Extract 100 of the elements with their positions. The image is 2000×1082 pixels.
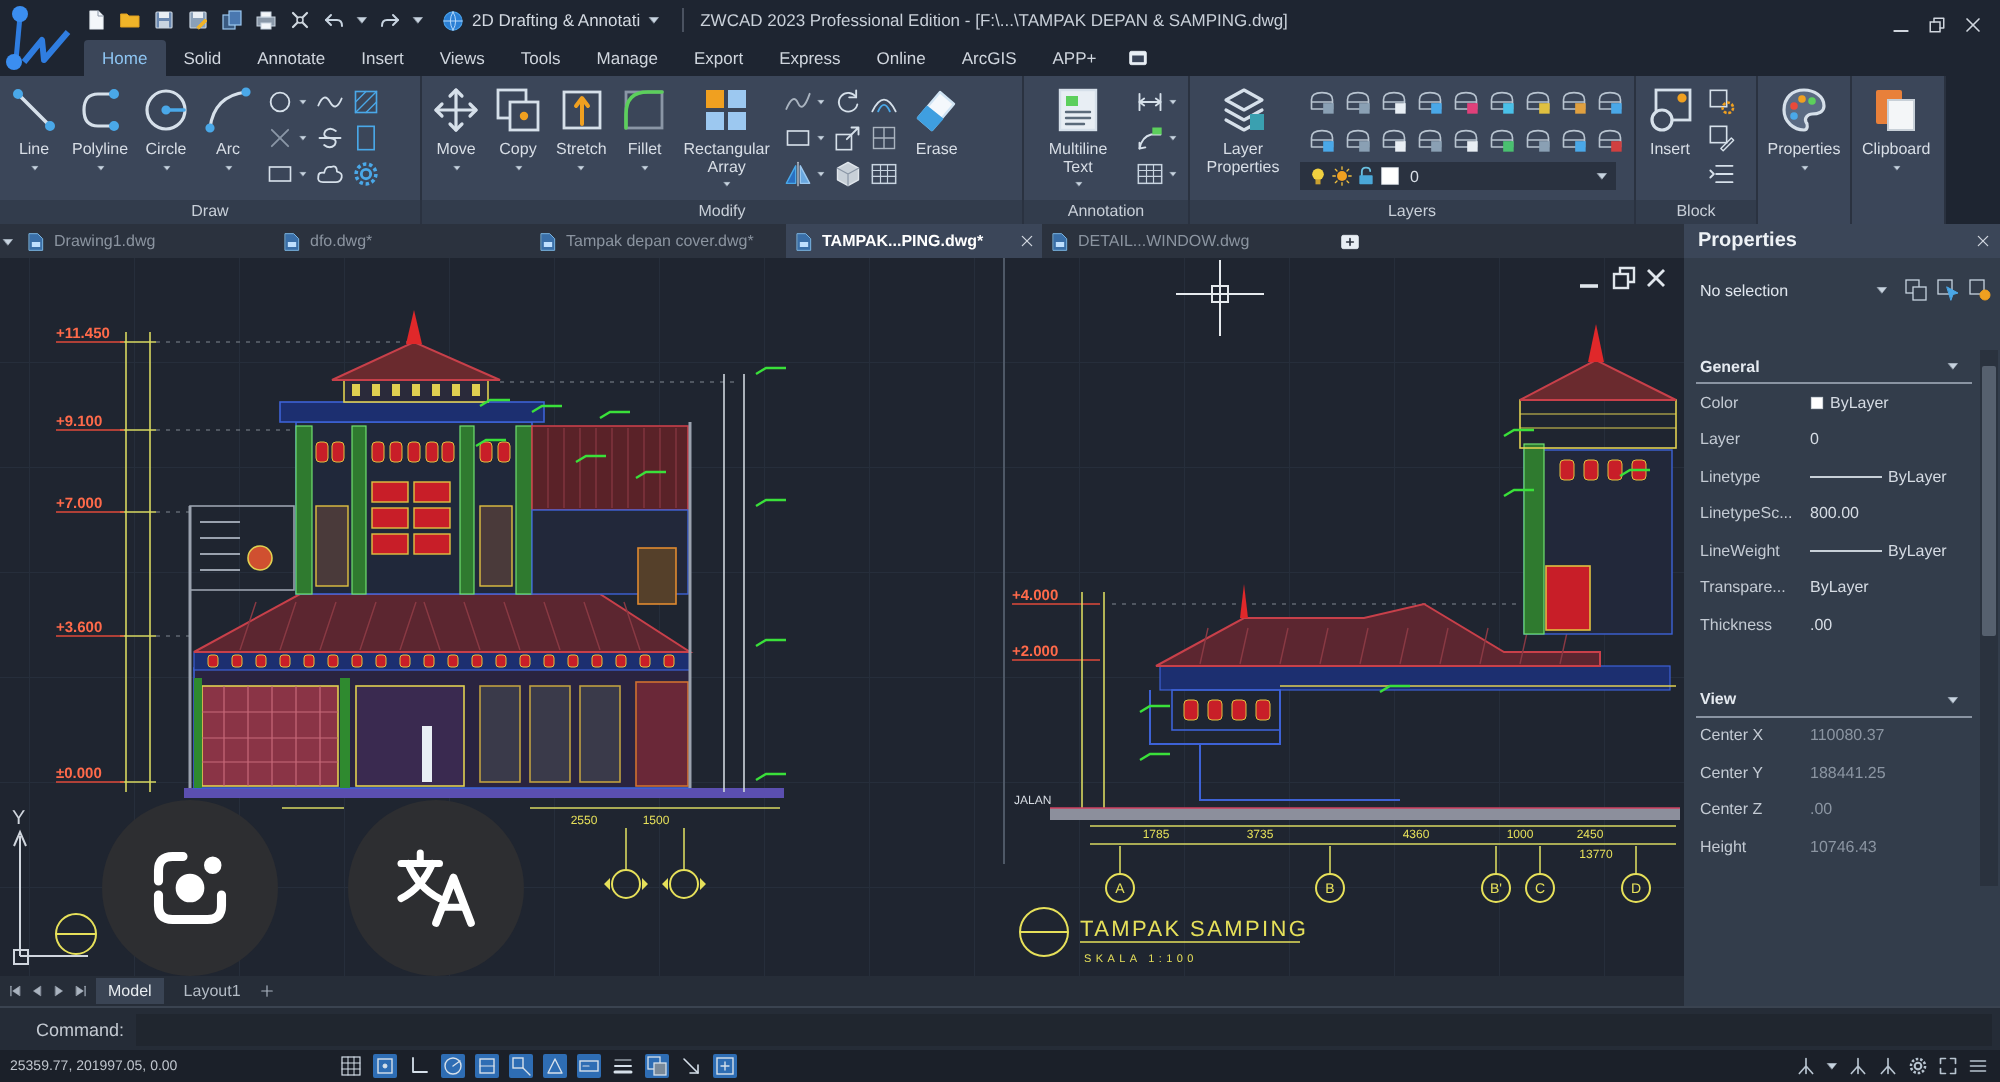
ribbon-tab[interactable]: Tools — [502, 40, 579, 76]
caret-icon[interactable] — [816, 98, 827, 106]
table-icon[interactable] — [1136, 160, 1164, 188]
ribbon-tab[interactable]: APP+ — [1034, 40, 1115, 76]
next-page-icon[interactable] — [52, 984, 66, 998]
new-file-icon[interactable] — [84, 8, 108, 32]
ribbon-tab[interactable]: Views — [421, 40, 503, 76]
s-curve-icon[interactable] — [316, 124, 345, 152]
layer-dropdown[interactable]: 0 — [1300, 162, 1616, 190]
line-weights-icon[interactable] — [609, 1054, 636, 1078]
ribbon-button[interactable]: Copy — [488, 86, 548, 171]
ribbon-button[interactable]: Arc — [198, 86, 259, 171]
caret-icon[interactable] — [1168, 170, 1178, 178]
annotation-scale-icon[interactable] — [1848, 1056, 1868, 1076]
ribbon-button[interactable]: Insert — [1640, 86, 1700, 159]
dimension-icon[interactable] — [1136, 88, 1164, 116]
restore-icon[interactable] — [1612, 266, 1636, 290]
ribbon-button[interactable]: Polyline — [66, 86, 135, 171]
caret-icon[interactable] — [1826, 1060, 1838, 1072]
stacked-pages-icon[interactable] — [220, 8, 244, 32]
cross-icon[interactable] — [266, 124, 295, 152]
diagonal-arrow-icon[interactable] — [677, 1054, 704, 1078]
ribbon-button[interactable]: Clipboard — [1856, 86, 1937, 171]
layer-tool-icon[interactable] — [1596, 88, 1624, 116]
mirror-icon[interactable] — [784, 160, 813, 188]
square-dot-icon[interactable] — [1968, 278, 1992, 302]
square-tail-icon[interactable] — [507, 1054, 534, 1078]
layer-tool-icon[interactable] — [1560, 88, 1588, 116]
print-icon[interactable] — [254, 8, 278, 32]
caret-icon[interactable] — [1168, 98, 1178, 106]
ribbon-button[interactable]: Move — [426, 86, 486, 171]
rotate-icon[interactable] — [834, 88, 863, 116]
layer-tool-icon[interactable] — [1452, 126, 1480, 154]
ribbon-tab[interactable]: Express — [761, 40, 859, 76]
caret-icon[interactable] — [298, 170, 309, 178]
redo-icon[interactable] — [378, 8, 402, 32]
caret-icon[interactable] — [1168, 134, 1178, 142]
scrollbar-track[interactable] — [1980, 350, 1998, 886]
close-icon[interactable] — [1964, 15, 1982, 33]
layer-tool-icon[interactable] — [1524, 126, 1552, 154]
layer-tool-icon[interactable] — [1380, 88, 1408, 116]
document-tab[interactable]: Tampak depan cover.dwg* — [530, 224, 786, 258]
ribbon-button[interactable]: Properties — [1762, 86, 1846, 171]
section-header[interactable]: View — [1696, 683, 1972, 717]
ribbon-tab[interactable]: Insert — [343, 40, 422, 76]
undo-icon[interactable] — [322, 8, 346, 32]
list-arrow-icon[interactable] — [1708, 160, 1736, 188]
layer-tool-icon[interactable] — [1560, 126, 1588, 154]
square-plus-icon[interactable] — [711, 1054, 738, 1078]
close-icon[interactable] — [1976, 234, 1990, 248]
ribbon-tab[interactable]: Export — [675, 40, 762, 76]
cross-tool-icon[interactable] — [288, 8, 312, 32]
ribbon-tab[interactable]: Online — [858, 40, 944, 76]
document-tab[interactable]: DETAIL...WINDOW.dwg — [1042, 224, 1298, 258]
square-pencil-icon[interactable] — [1708, 124, 1736, 152]
ribbon-tab[interactable]: ArcGIS — [943, 40, 1035, 76]
document-tab[interactable]: Drawing1.dwg — [18, 224, 274, 258]
ribbon-button[interactable]: Layer Properties — [1194, 86, 1292, 176]
workspace-dropdown[interactable]: 2D Drafting & Annotati — [436, 9, 667, 31]
layer-tool-icon[interactable] — [1416, 126, 1444, 154]
document-tab[interactable]: TAMPAK...PING.dwg* — [786, 224, 1042, 258]
ribbon-button[interactable]: Stretch — [550, 86, 613, 171]
square-cursor-icon[interactable] — [1936, 278, 1960, 302]
layer-tool-icon[interactable] — [1524, 88, 1552, 116]
ribbon-tab[interactable]: Solid — [165, 40, 240, 76]
layer-tool-icon[interactable] — [1488, 126, 1516, 154]
save-as-icon[interactable] — [186, 8, 210, 32]
square-line-icon[interactable] — [473, 1054, 500, 1078]
caret-icon[interactable] — [816, 170, 827, 178]
square-gear-icon[interactable] — [1708, 88, 1736, 116]
hatch-icon[interactable] — [352, 88, 381, 116]
ribbon-button[interactable]: Multiline Text — [1028, 86, 1128, 188]
previous-page-icon[interactable] — [30, 984, 44, 998]
caret-icon[interactable] — [816, 134, 827, 142]
close-icon[interactable] — [1020, 234, 1034, 248]
curve-icon[interactable] — [784, 88, 813, 116]
close-icon[interactable] — [1647, 269, 1665, 287]
section-header[interactable]: General — [1696, 350, 1972, 384]
layer-tool-icon[interactable] — [1380, 126, 1408, 154]
layer-tool-icon[interactable] — [1308, 126, 1336, 154]
folder-icon[interactable] — [118, 8, 142, 32]
add-icon[interactable] — [260, 984, 275, 998]
save-icon[interactable] — [152, 8, 176, 32]
ribbon-button[interactable]: Circle — [136, 86, 197, 171]
table-icon[interactable] — [870, 160, 899, 188]
last-page-icon[interactable] — [74, 984, 88, 998]
rectangle-icon[interactable] — [266, 160, 295, 188]
add-tab-icon[interactable] — [1338, 231, 1362, 251]
ribbon-button[interactable]: Rectangular Array — [676, 86, 777, 188]
circle-icon[interactable] — [266, 88, 295, 116]
ribbon-button[interactable]: Erase — [906, 86, 967, 159]
caret-icon[interactable] — [412, 14, 424, 26]
scale-icon[interactable] — [834, 124, 863, 152]
triangle-icon[interactable] — [541, 1054, 568, 1078]
layout-tab[interactable]: Layout1 — [171, 978, 253, 1004]
cloud-icon[interactable] — [316, 160, 345, 188]
ribbon-button[interactable]: Fillet — [614, 86, 675, 171]
input-box-icon[interactable] — [575, 1054, 602, 1078]
layer-tool-icon[interactable] — [1344, 126, 1372, 154]
window-icon[interactable] — [1126, 48, 1151, 68]
